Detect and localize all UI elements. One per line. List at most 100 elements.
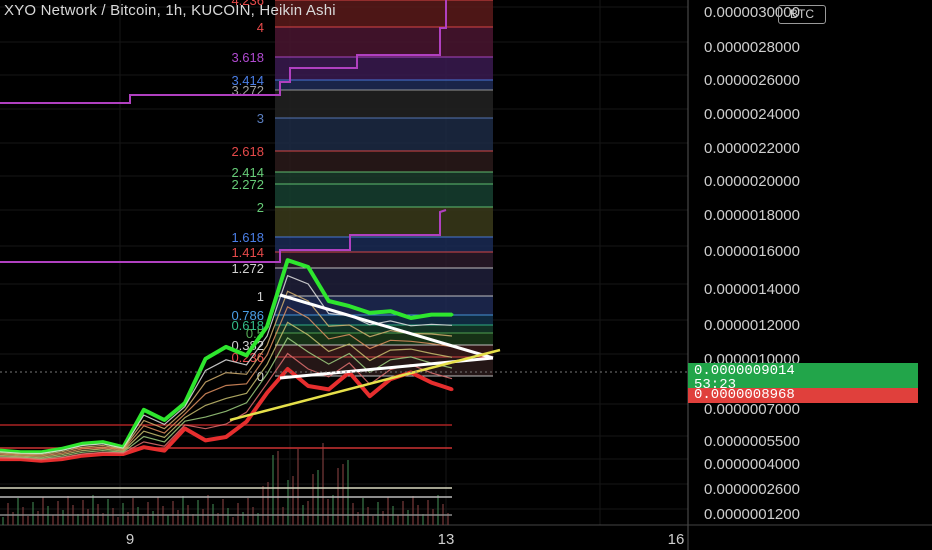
volume-bar (62, 510, 64, 525)
volume-bar (292, 476, 294, 525)
volume-bar (237, 503, 239, 525)
series-point (142, 408, 146, 412)
series-point (224, 435, 228, 439)
fib-level-label: 1.414 (231, 245, 264, 260)
volume-bar (332, 495, 334, 525)
fibonacci-extension: 4.23643.6183.4143.27232.6182.4142.27221.… (0, 0, 493, 384)
fib-level-label: 2.272 (231, 177, 264, 192)
price-axis-label: 0.0000001200 (704, 506, 800, 523)
volume-bar (152, 511, 154, 525)
volume-bars (0, 424, 452, 525)
volume-bar (427, 500, 429, 525)
series-point (204, 438, 207, 442)
volume-bar (157, 497, 159, 525)
volume-bar (202, 509, 204, 525)
price-axis-label: 0.0000004000 (704, 456, 800, 473)
currency-badge[interactable]: BTC (778, 5, 826, 24)
chart-title: XYO Network / Bitcoin, 1h, KUCOIN, Heiki… (4, 2, 336, 19)
series-point (142, 445, 146, 449)
series-point (388, 309, 392, 313)
time-axis-label: 16 (668, 531, 685, 548)
volume-bar (137, 507, 139, 525)
volume-bar (177, 510, 179, 525)
volume-bar (232, 517, 234, 525)
time-axis-label: 9 (126, 531, 134, 548)
low-price-tag: 0.0000008968 (688, 388, 918, 403)
volume-bar (252, 507, 254, 525)
volume-bar (2, 517, 4, 525)
series-point (245, 420, 248, 424)
volume-bar (387, 497, 389, 525)
price-axis-label: 0.0000018000 (704, 207, 800, 224)
price-axis: 0.00000300000.00000280000.00000260000.00… (704, 4, 800, 523)
fib-level-label: 1.272 (231, 261, 264, 276)
volume-bar (352, 503, 354, 525)
volume-bar (357, 512, 359, 525)
price-axis-label: 0.0000014000 (704, 281, 800, 298)
volume-bar (437, 495, 439, 525)
price-axis-label: 0.0000028000 (704, 39, 800, 56)
chart-root: 4.236 4 3.618 3.414 3.272 3 2.618 2.414 2.272 2 1.… (0, 0, 932, 550)
volume-bar (262, 486, 264, 525)
fib-band (275, 27, 493, 57)
volume-bar (92, 495, 94, 525)
volume-bar (172, 501, 174, 525)
volume-bar (407, 510, 409, 525)
series-point (347, 304, 351, 308)
volume-bar (82, 500, 84, 525)
fib-band (275, 90, 493, 118)
time-axis: 9 13 16 (126, 531, 685, 548)
volume-bar (27, 516, 29, 525)
price-chart[interactable]: 4.23643.6183.4143.27232.6182.4142.27221.… (0, 0, 932, 550)
series-point (183, 427, 187, 430)
volume-bar (167, 515, 169, 525)
price-axis-label: 0.0000012000 (704, 317, 800, 334)
volume-bar (22, 507, 24, 525)
fib-band (275, 172, 493, 184)
series-point (430, 313, 433, 317)
time-axis-label: 13 (438, 531, 455, 548)
volume-bar (52, 515, 54, 525)
volume-bar (67, 496, 69, 525)
series-point (327, 387, 331, 391)
volume-bar (322, 443, 324, 525)
volume-bar (412, 496, 414, 525)
volume-bar (17, 498, 19, 525)
series-point (450, 313, 454, 317)
volume-bar (147, 502, 149, 525)
volume-bar (122, 503, 124, 525)
volume-bar (342, 464, 344, 525)
series-point (327, 299, 331, 303)
volume-bar (377, 502, 379, 525)
volume-bar (397, 515, 399, 525)
fib-band (275, 315, 493, 325)
series-point (368, 311, 372, 315)
fib-level-label: 3 (257, 111, 264, 126)
fib-level-label: 4 (257, 20, 264, 35)
series-point (409, 316, 413, 320)
series-point (430, 381, 433, 385)
volume-bar (362, 498, 364, 525)
fib-band (275, 268, 493, 296)
volume-bar (227, 508, 229, 525)
volume-bar (87, 509, 89, 525)
volume-bar (282, 507, 284, 525)
volume-bar (112, 508, 114, 525)
volume-bar (287, 480, 289, 525)
price-axis-label: 0.0000016000 (704, 243, 800, 260)
series-point (162, 418, 166, 422)
volume-bar (107, 499, 109, 525)
volume-bar (182, 496, 184, 525)
volume-bar (307, 501, 309, 525)
price-axis-label: 0.0000026000 (704, 72, 800, 89)
volume-bar (207, 495, 209, 525)
series-point (245, 353, 248, 357)
last-price-value: 0.0000009014 (694, 363, 795, 379)
series-point (306, 384, 310, 388)
volume-bar (222, 499, 224, 525)
volume-bar (327, 499, 329, 525)
volume-bar (312, 474, 314, 525)
volume-bar (117, 517, 119, 525)
volume-bar (297, 449, 299, 525)
price-axis-label: 0.0000020000 (704, 173, 800, 190)
